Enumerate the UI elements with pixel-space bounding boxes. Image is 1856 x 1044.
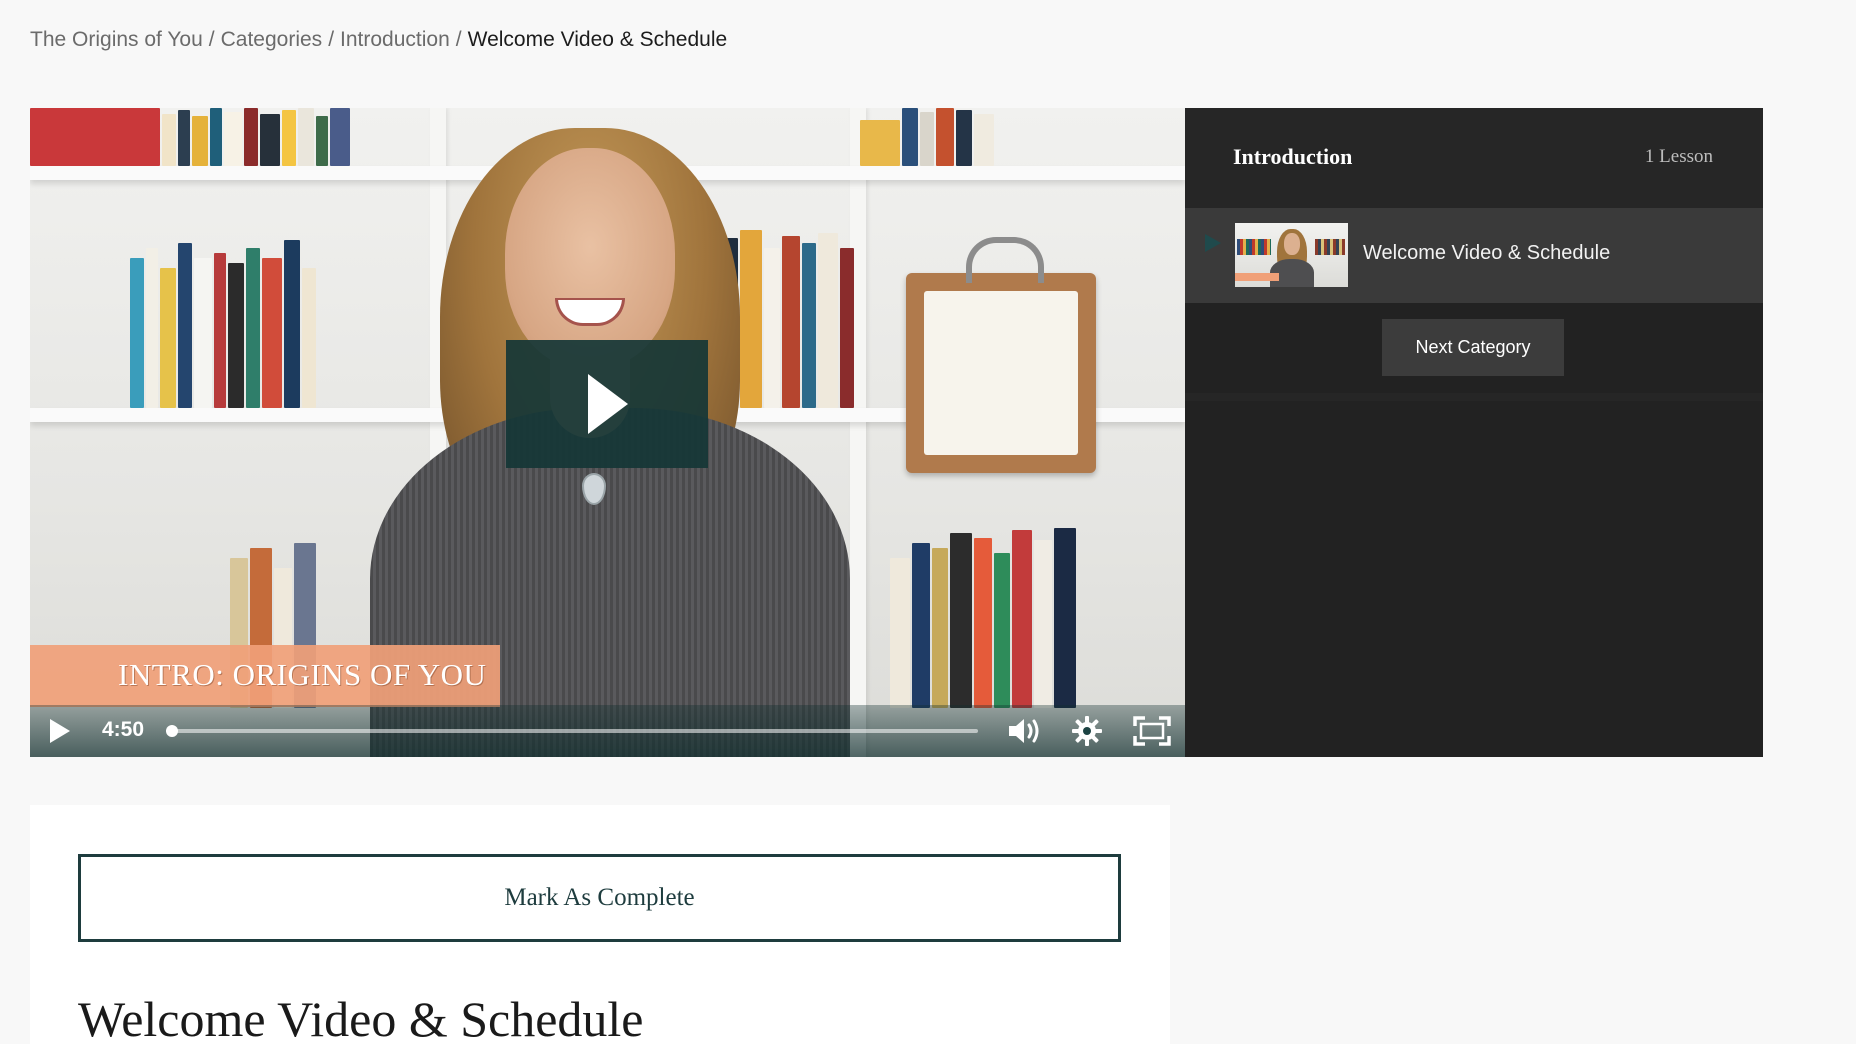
play-pause-button[interactable]	[46, 717, 74, 745]
sidebar-lesson-item[interactable]: Welcome Video & Schedule	[1185, 208, 1763, 303]
lesson-title: Welcome Video & Schedule	[1363, 242, 1611, 264]
breadcrumb-link-introduction[interactable]: Introduction	[340, 28, 450, 51]
big-play-button[interactable]	[506, 340, 708, 468]
breadcrumb: The Origins of You / Categories / Introducti…	[30, 28, 727, 52]
breadcrumb-current: Welcome Video & Schedule	[467, 28, 728, 51]
video-caption-text: INTRO: ORIGINS OF YOU	[118, 657, 487, 692]
fullscreen-icon	[1133, 716, 1171, 746]
breadcrumb-separator: /	[455, 28, 462, 51]
settings-button[interactable]	[1070, 714, 1104, 748]
bookshelf-books	[30, 108, 352, 166]
breadcrumb-link-categories[interactable]: Categories	[221, 28, 323, 51]
sidebar-divider	[1185, 393, 1763, 401]
lesson-sidebar: Introduction 1 Lesson Welcome Video & Sc…	[1185, 108, 1763, 757]
lesson-thumbnail	[1235, 223, 1348, 287]
sidebar-lesson-count: 1 Lesson	[1644, 146, 1713, 167]
sidebar-category-title: Introduction	[1233, 144, 1353, 169]
bookshelf-books	[890, 528, 1078, 708]
lesson-heading: Welcome Video & Schedule	[78, 991, 644, 1044]
volume-icon	[1009, 719, 1039, 743]
video-caption-banner: INTRO: ORIGINS OF YOU	[30, 645, 500, 707]
sidebar-header: Introduction 1 Lesson	[1185, 108, 1763, 208]
settings-gear-icon	[1072, 716, 1102, 746]
play-icon	[50, 719, 70, 743]
video-player[interactable]: INTRO: ORIGINS OF YOU 4:50	[30, 108, 1185, 757]
mark-complete-button[interactable]: Mark As Complete	[78, 854, 1121, 942]
video-progress-bar[interactable]	[166, 725, 978, 737]
breadcrumb-link-course[interactable]: The Origins of You	[30, 28, 203, 51]
play-icon	[588, 374, 628, 434]
video-time: 4:50	[102, 718, 145, 741]
bookshelf-books	[130, 238, 318, 408]
volume-button[interactable]	[1005, 715, 1045, 747]
fullscreen-button[interactable]	[1132, 715, 1172, 747]
next-category-button[interactable]: Next Category	[1382, 319, 1564, 376]
lesson-content-card: Mark As Complete Welcome Video & Schedul…	[30, 805, 1170, 1044]
lesson-play-arrow-icon	[1205, 234, 1221, 252]
breadcrumb-separator: /	[328, 28, 335, 51]
video-controls: 4:50	[30, 705, 1185, 757]
video-progress-knob[interactable]	[166, 725, 178, 737]
wall-clock	[906, 237, 1096, 473]
breadcrumb-separator: /	[208, 28, 215, 51]
